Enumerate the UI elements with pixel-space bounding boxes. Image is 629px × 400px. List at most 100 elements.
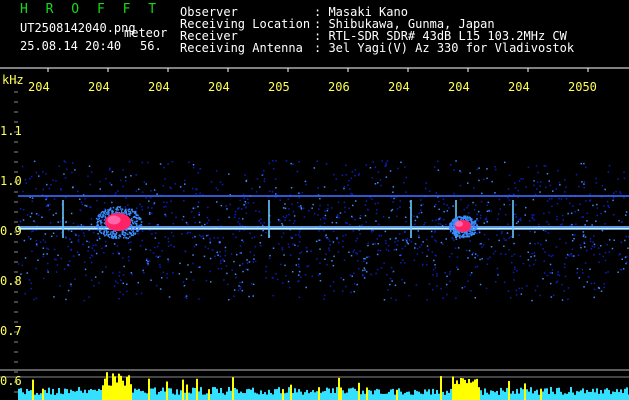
noise-dot (56, 235, 58, 237)
noise-dot (365, 200, 368, 202)
meter-bar (394, 394, 396, 400)
noise-dot (122, 282, 124, 285)
noise-dot (31, 197, 34, 199)
echo-dot (116, 211, 119, 214)
meter-bar (120, 375, 122, 400)
meter-bar (506, 387, 508, 400)
meter-bar (170, 388, 172, 400)
noise-dot (434, 239, 436, 241)
echo-dot (449, 222, 451, 225)
noise-dot (589, 193, 591, 195)
meter-bar (556, 388, 558, 400)
noise-dot (469, 274, 472, 276)
noise-dot (387, 250, 390, 252)
noise-dot (518, 180, 521, 182)
noise-dot (192, 166, 195, 169)
noise-dot (481, 258, 483, 260)
noise-dot (95, 252, 98, 255)
meter-bar (478, 387, 480, 400)
meter-bar (320, 392, 322, 400)
meter-bar (226, 391, 228, 400)
echo-dot (96, 224, 98, 226)
meter-bar (594, 392, 596, 400)
meter-bar (44, 390, 46, 400)
noise-dot (253, 254, 255, 257)
noise-dot (536, 285, 539, 287)
noise-dot (533, 252, 536, 254)
noise-dot (570, 212, 573, 214)
noise-dot (348, 251, 350, 253)
noise-dot (170, 200, 172, 202)
noise-dot (42, 188, 44, 191)
noise-dot (46, 247, 48, 250)
noise-dot (494, 192, 496, 194)
noise-dot (454, 247, 457, 249)
noise-dot (118, 253, 120, 255)
echo-dot (127, 228, 129, 230)
echo-dot (470, 232, 472, 234)
noise-dot (304, 180, 307, 183)
noise-dot (59, 220, 62, 223)
echo-dot (132, 230, 135, 232)
noise-dot (287, 280, 290, 283)
meter-bar (600, 390, 602, 400)
echo-dot (105, 213, 107, 216)
noise-dot (167, 258, 169, 260)
noise-dot (103, 202, 106, 204)
noise-dot (41, 216, 43, 218)
noise-dot (467, 280, 469, 282)
noise-dot (35, 267, 37, 270)
noise-dot (224, 250, 227, 252)
noise-dot (55, 212, 57, 215)
noise-dot (84, 204, 86, 207)
echo-dot (460, 218, 462, 220)
noise-dot (284, 219, 286, 221)
noise-dot (72, 162, 74, 164)
noise-dot (549, 263, 552, 266)
noise-dot (521, 287, 523, 290)
echo-dot (470, 224, 473, 226)
noise-dot (344, 234, 347, 236)
noise-dot (383, 299, 386, 301)
noise-dot (49, 203, 51, 206)
noise-dot (583, 234, 585, 236)
noise-dot (153, 203, 155, 206)
noise-dot (358, 173, 360, 175)
noise-dot (390, 297, 392, 299)
noise-dot (57, 254, 59, 256)
noise-dot (595, 177, 597, 180)
noise-dot (495, 281, 497, 283)
meter-bar (262, 394, 264, 400)
noise-dot (195, 193, 197, 195)
noise-dot (533, 255, 536, 257)
noise-dot (364, 214, 367, 217)
meter-bar (26, 389, 28, 400)
echo-dot (100, 221, 102, 223)
noise-dot (281, 224, 284, 227)
noise-dot (348, 180, 350, 182)
noise-dot (43, 277, 45, 280)
noise-dot (567, 212, 569, 215)
echo-dot (103, 226, 105, 228)
noise-dot (478, 230, 481, 232)
noise-dot (450, 164, 452, 166)
noise-dot (244, 174, 246, 176)
echo-dot (125, 212, 127, 214)
echo-dot (103, 212, 106, 215)
meter-bar (138, 388, 140, 400)
noise-dot (45, 173, 47, 175)
noise-dot (48, 209, 51, 211)
echo-dot (473, 229, 476, 232)
noise-dot (46, 269, 49, 271)
noise-dot (343, 187, 345, 190)
meter-bar (342, 390, 344, 400)
noise-dot (72, 222, 75, 225)
noise-dot (77, 239, 80, 241)
noise-dot (601, 185, 604, 187)
noise-dot (467, 182, 469, 184)
noise-dot (272, 167, 275, 170)
noise-dot (162, 271, 165, 274)
noise-dot (567, 287, 570, 289)
noise-dot (537, 223, 540, 226)
noise-dot (329, 285, 332, 287)
